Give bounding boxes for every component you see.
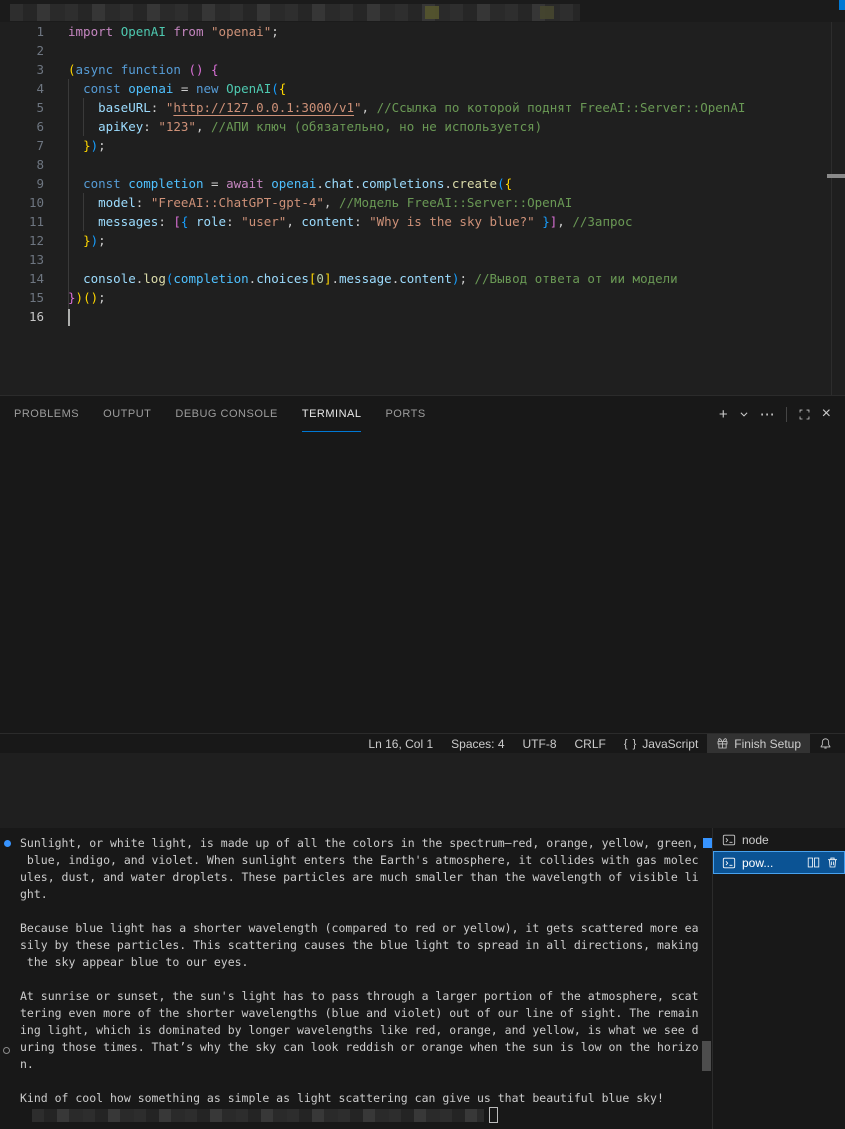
editor-cursor <box>68 309 70 326</box>
command-decoration-icon <box>3 1047 10 1054</box>
finish-setup-button[interactable]: Finish Setup <box>707 734 810 753</box>
code-line[interactable]: 1import OpenAI from "openai"; <box>0 22 279 41</box>
line-number: 11 <box>0 212 68 231</box>
code-line[interactable]: 7 }); <box>0 136 106 155</box>
more-actions-button[interactable]: ⋯ <box>760 407 775 422</box>
terminal-line: ing light, which is dominated by longer … <box>20 1022 699 1039</box>
terminal-line: Sunlight, or white light, is made up of … <box>20 835 699 852</box>
terminal-line: ules, dust, and water droplets. These pa… <box>20 869 699 886</box>
terminal-line: the sky appear blue to our eyes. <box>20 954 248 971</box>
maximize-panel-icon[interactable] <box>798 408 811 421</box>
code-line[interactable]: 10 model: "FreeAI::ChatGPT-gpt-4", //Мод… <box>0 193 572 212</box>
line-number: 8 <box>0 155 68 174</box>
code-line[interactable]: 13 <box>0 250 68 269</box>
line-number: 13 <box>0 250 68 269</box>
redacted-prompt-path <box>32 1109 484 1122</box>
terminal-line: At sunrise or sunset, the sun's light ha… <box>20 988 699 1005</box>
gift-icon <box>716 737 729 750</box>
split-terminal-icon[interactable] <box>807 856 820 869</box>
indent-guide <box>83 98 84 136</box>
code-line[interactable]: 3(async function () { <box>0 60 219 79</box>
terminal-line: uring those times. That’s why the sky ca… <box>20 1039 699 1056</box>
panel-tab-terminal[interactable]: TERMINAL <box>302 396 362 432</box>
terminal-line: tering even more of the shorter waveleng… <box>20 1005 699 1022</box>
redacted-tab-labels <box>10 4 580 21</box>
indent-guide <box>68 79 69 310</box>
terminal-scrollbar-thumb[interactable] <box>702 1041 711 1071</box>
terminal-output[interactable]: Sunlight, or white light, is made up of … <box>0 828 712 1129</box>
terminal-overview-mark <box>703 838 712 848</box>
line-number: 12 <box>0 231 68 250</box>
code-line[interactable]: 8 <box>0 155 68 174</box>
terminal-tab-label: pow... <box>742 856 801 870</box>
braces-icon: { } <box>624 738 637 750</box>
terminal-icon <box>722 856 736 870</box>
line-number: 6 <box>0 117 68 136</box>
terminal-icon <box>722 833 736 847</box>
terminal-tab-label: node <box>742 833 845 847</box>
code-line[interactable]: 4 const openai = new OpenAI({ <box>0 79 286 98</box>
line-number: 14 <box>0 269 68 288</box>
terminal-tabs-list: node pow... <box>712 828 845 1129</box>
terminal-line: n. <box>20 1056 34 1073</box>
redacted-accent-block <box>540 6 554 19</box>
panel-actions: + ⋯ × <box>719 402 831 426</box>
line-number: 3 <box>0 60 68 79</box>
new-terminal-button[interactable]: + <box>719 407 728 422</box>
overview-ruler-mark <box>827 174 845 178</box>
status-bar: Ln 16, Col 1 Spaces: 4 UTF-8 CRLF { } Ja… <box>0 733 845 753</box>
launch-profile-chevron-icon[interactable] <box>739 409 749 419</box>
terminal-line: Kind of cool how something as simple as … <box>20 1090 664 1107</box>
line-number: 7 <box>0 136 68 155</box>
editor-tab-bar[interactable] <box>0 0 845 22</box>
code-editor[interactable]: 1import OpenAI from "openai";23(async fu… <box>0 22 845 395</box>
terminal-tab-powershell[interactable]: pow... <box>713 851 845 874</box>
bottom-panel: PROBLEMS OUTPUT DEBUG CONSOLE TERMINAL PORTS… <box>0 395 845 733</box>
overview-ruler[interactable] <box>831 22 845 395</box>
line-number: 10 <box>0 193 68 212</box>
line-number: 15 <box>0 288 68 307</box>
notifications-bell-icon[interactable] <box>810 734 845 753</box>
panel-tab-problems[interactable]: PROBLEMS <box>14 396 79 432</box>
terminal-line: Because blue light has a shorter wavelen… <box>20 920 699 937</box>
close-panel-button[interactable]: × <box>822 406 831 422</box>
indentation-indicator[interactable]: Spaces: 4 <box>442 734 513 753</box>
line-number: 5 <box>0 98 68 117</box>
terminal-line: sily by these particles. This scattering… <box>20 937 699 954</box>
code-line[interactable]: 16 <box>0 307 68 326</box>
terminal-line: ght. <box>20 886 48 903</box>
code-line[interactable]: 11 messages: [{ role: "user", content: "… <box>0 212 633 231</box>
indent-guide <box>83 193 84 231</box>
code-line[interactable]: 2 <box>0 41 68 60</box>
line-number: 4 <box>0 79 68 98</box>
kill-terminal-trash-icon[interactable] <box>826 856 839 869</box>
terminal-tab-node[interactable]: node <box>713 828 845 851</box>
terminal-line: blue, indigo, and violet. When sunlight … <box>20 852 699 869</box>
code-line[interactable]: 5 baseURL: "http://127.0.0.1:3000/v1", /… <box>0 98 745 117</box>
code-line[interactable]: 9 const completion = await openai.chat.c… <box>0 174 512 193</box>
finish-setup-label: Finish Setup <box>734 737 801 751</box>
line-number: 1 <box>0 22 68 41</box>
language-label: JavaScript <box>642 737 698 751</box>
code-line[interactable]: 14 console.log(completion.choices[0].mes… <box>0 269 678 288</box>
separator <box>786 407 787 422</box>
redacted-accent-block <box>425 6 439 19</box>
panel-tab-output[interactable]: OUTPUT <box>103 396 151 432</box>
code-line[interactable]: 6 apiKey: "123", //АПИ ключ (обязательно… <box>0 117 542 136</box>
panel-tab-ports[interactable]: PORTS <box>385 396 425 432</box>
code-line[interactable]: 15})(); <box>0 288 106 307</box>
line-number: 16 <box>0 307 68 326</box>
panel-tab-debug-console[interactable]: DEBUG CONSOLE <box>175 396 277 432</box>
eol-indicator[interactable]: CRLF <box>566 734 615 753</box>
code-line[interactable]: 12 }); <box>0 231 106 250</box>
line-number: 2 <box>0 41 68 60</box>
command-decoration-icon <box>4 840 11 847</box>
line-number: 9 <box>0 174 68 193</box>
language-mode-indicator[interactable]: { } JavaScript <box>615 734 707 753</box>
scrollbar-top-decoration <box>839 0 845 10</box>
terminal-cursor <box>489 1107 498 1123</box>
encoding-indicator[interactable]: UTF-8 <box>514 734 566 753</box>
cursor-position-indicator[interactable]: Ln 16, Col 1 <box>359 734 442 753</box>
